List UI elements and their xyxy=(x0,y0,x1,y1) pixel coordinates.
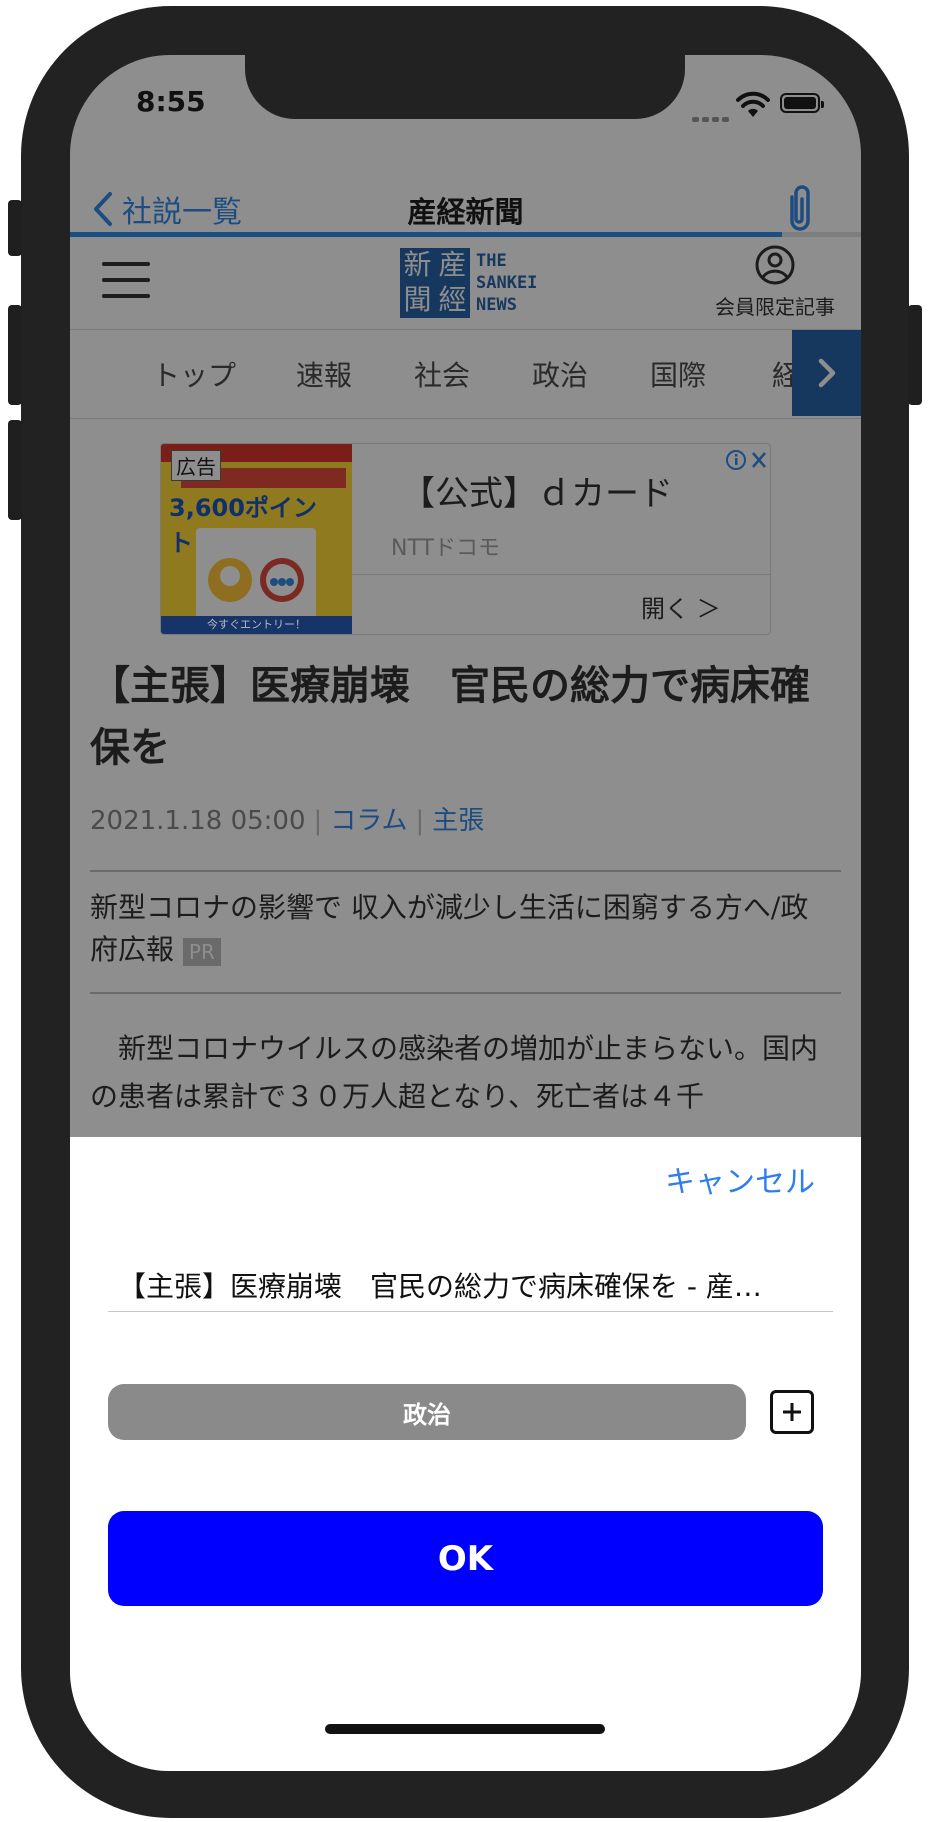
article-meta: 2021.1.18 05:00 | コラム | 主張 xyxy=(90,806,485,836)
ad-image: docomo 3,600ポイント! 今すぐエントリー！ 広告 xyxy=(161,444,352,634)
category-link-column[interactable]: コラム xyxy=(330,806,407,836)
tabs-next-button[interactable] xyxy=(792,330,861,416)
tab-international[interactable]: 国際 xyxy=(650,354,706,394)
article-headline: 【主張】医療崩壊 官民の総力で病床確保を xyxy=(90,663,810,771)
ad-brand: docomo xyxy=(281,445,343,461)
ad-entry-footer: 今すぐエントリー！ xyxy=(161,616,352,634)
ad-points: 3,600ポイント! xyxy=(169,494,317,557)
advertisement-banner[interactable]: docomo 3,600ポイント! 今すぐエントリー！ 広告 【公式】ｄカード … xyxy=(160,443,771,635)
bookmark-title-input[interactable] xyxy=(108,1265,833,1312)
ad-badge: 広告 xyxy=(171,450,221,481)
member-label: 会員限定記事 xyxy=(715,295,835,319)
member-articles-button[interactable]: 会員限定記事 xyxy=(705,245,845,320)
cellular-signal-icon xyxy=(692,107,732,126)
paperclip-icon[interactable] xyxy=(780,183,820,235)
chevron-right-icon xyxy=(818,358,835,388)
power-button xyxy=(908,305,922,405)
tab-politics[interactable]: 政治 xyxy=(532,354,588,394)
phone-screen: 8:55 社説一覧 産経新聞 新産 聞經 THE SANKEI NEWS 会員限… xyxy=(70,55,861,1771)
ad-open-button[interactable]: 開く ＞ xyxy=(641,589,721,624)
logo-kanji: 新産 聞經 xyxy=(400,248,470,318)
pr-badge: PR xyxy=(182,937,221,966)
notch xyxy=(245,55,685,119)
plus-icon xyxy=(783,1403,801,1421)
battery-icon xyxy=(780,93,824,113)
tab-society[interactable]: 社会 xyxy=(414,354,470,394)
wifi-icon xyxy=(736,91,770,117)
ok-button[interactable]: OK xyxy=(108,1511,823,1606)
pr-link[interactable]: 新型コロナの影響で 収入が減少し生活に困窮する方へ/政府広報 PR xyxy=(90,887,830,971)
ad-divider xyxy=(352,574,770,575)
ad-advertiser: NTTドコモ xyxy=(391,536,500,561)
nav-title: 産経新聞 xyxy=(407,195,524,229)
sankei-logo[interactable]: 新産 聞經 THE SANKEI NEWS xyxy=(400,247,537,319)
save-sheet: キャンセル 政治 OK xyxy=(70,1137,861,1771)
volume-down-button xyxy=(8,420,22,520)
tab-top[interactable]: トップ xyxy=(152,354,236,394)
article-body: 新型コロナウイルスの感染者の増加が止まらない。国内の患者は累計で３０万人超となり… xyxy=(90,1032,819,1113)
article-date: 2021.1.18 05:00 xyxy=(90,806,306,836)
home-indicator xyxy=(325,1724,605,1734)
divider xyxy=(90,870,841,872)
add-category-button[interactable] xyxy=(770,1390,814,1434)
ad-house-illustration xyxy=(196,528,316,618)
hamburger-menu-icon[interactable] xyxy=(102,262,150,302)
logo-text: THE SANKEI NEWS xyxy=(476,251,538,315)
tab-breaking[interactable]: 速報 xyxy=(296,354,352,394)
ad-title: 【公式】ｄカード xyxy=(401,474,673,514)
category-tabs: トップ 速報 社会 政治 国際 経 xyxy=(70,330,861,419)
device-side-button xyxy=(8,200,22,256)
volume-up-button xyxy=(8,305,22,405)
category-selector[interactable]: 政治 xyxy=(108,1384,746,1440)
category-link-opinion[interactable]: 主張 xyxy=(432,806,484,836)
ad-choices-icon[interactable] xyxy=(725,448,769,477)
divider xyxy=(90,992,841,994)
user-account-icon xyxy=(755,245,795,285)
status-time: 8:55 xyxy=(136,85,206,118)
cancel-button[interactable]: キャンセル xyxy=(665,1157,815,1201)
site-header: 新産 聞經 THE SANKEI NEWS 会員限定記事 xyxy=(70,237,861,330)
